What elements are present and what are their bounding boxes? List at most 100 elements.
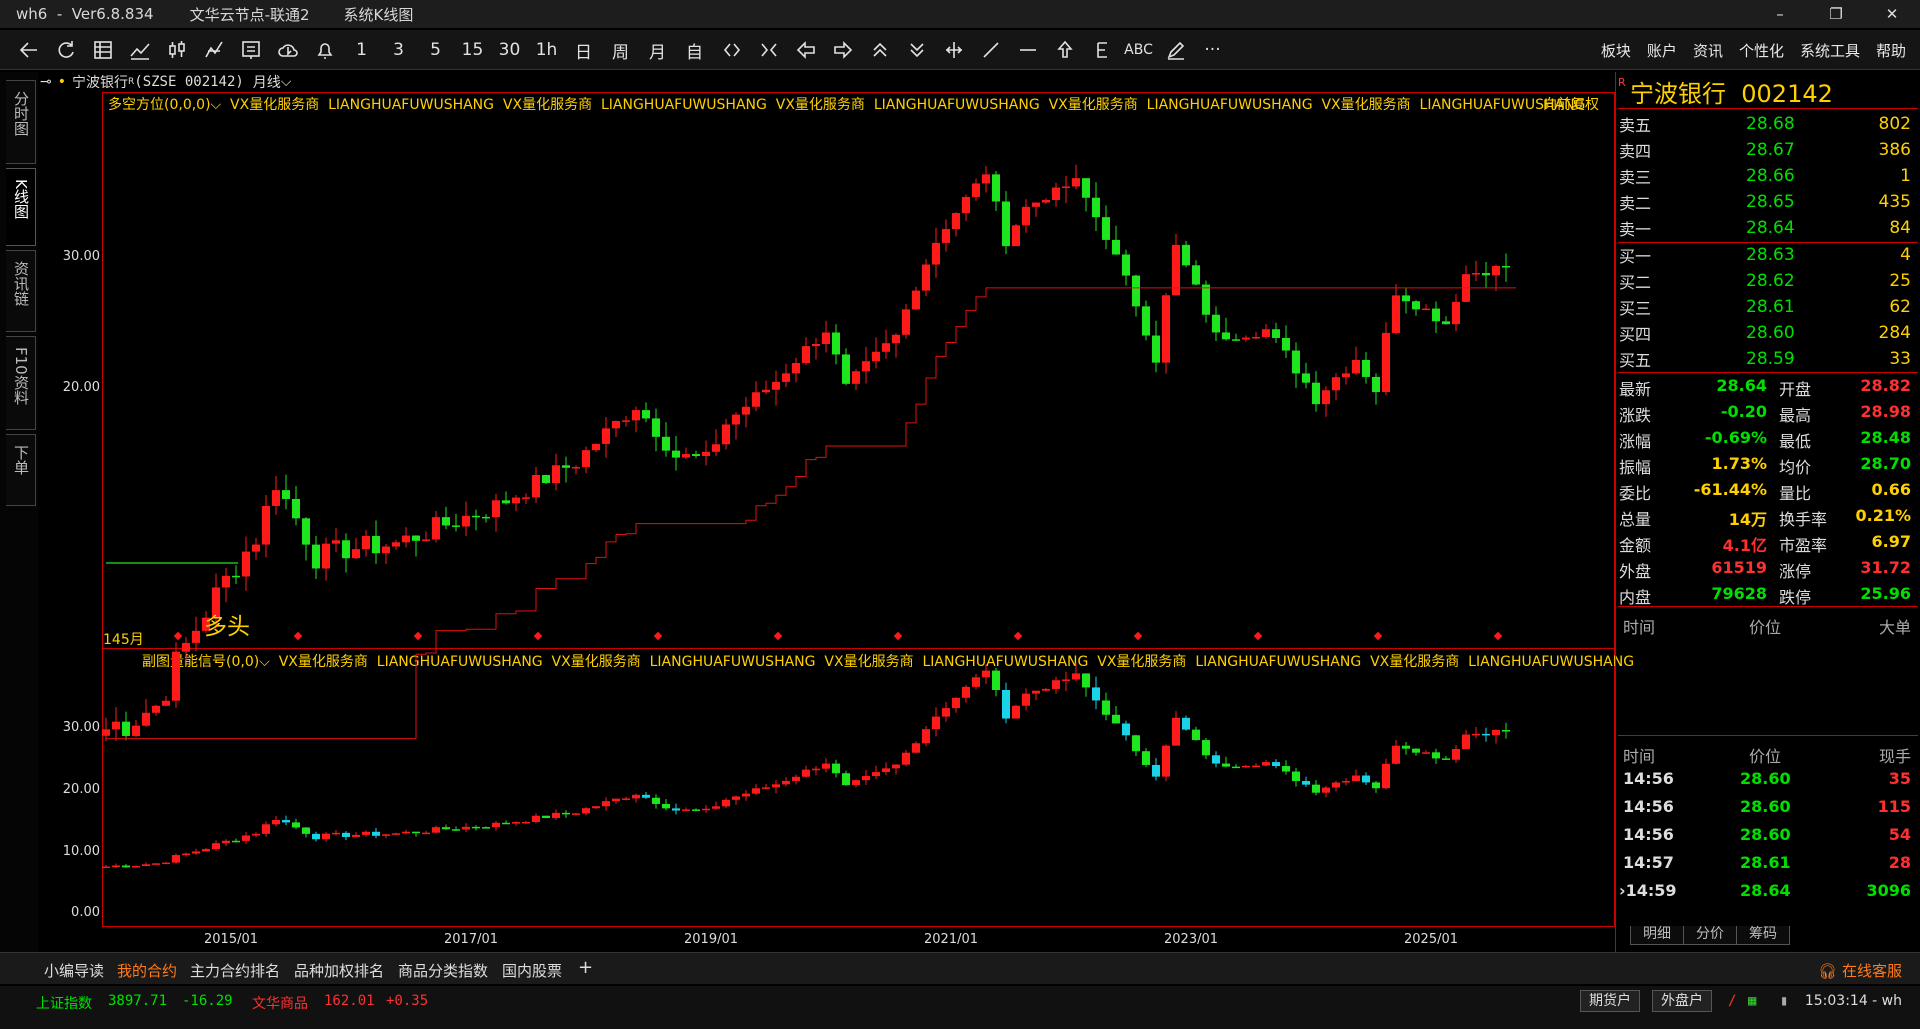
period-custom-button[interactable]: 自 [676, 30, 713, 70]
arrow-left-icon[interactable] [787, 30, 824, 70]
tab-price-distribution[interactable]: 分价 [1683, 926, 1737, 945]
crosshair-icon[interactable] [935, 30, 972, 70]
tab-domestic-stocks[interactable]: 国内股票 [502, 960, 562, 981]
horizontal-line-icon[interactable] [1009, 30, 1046, 70]
tab-f10[interactable]: F10资料 [6, 336, 36, 430]
pen-icon[interactable] [1157, 30, 1194, 70]
bid-label: 买三 [1619, 299, 1652, 318]
menu-account[interactable]: 账户 [1647, 40, 1677, 61]
stock-name[interactable]: 宁波银行 [72, 72, 128, 92]
bid-row[interactable]: 买四 28.60 284 [1619, 320, 1915, 346]
menu-personalize[interactable]: 个性化 [1739, 40, 1784, 61]
period-15min-button[interactable]: 15 [454, 30, 491, 70]
restore-button[interactable]: ❐ [1808, 0, 1864, 28]
up-arrow-icon[interactable] [1046, 30, 1083, 70]
tab-order[interactable]: 下单 [6, 434, 36, 506]
back-icon[interactable] [10, 30, 47, 70]
link-icon[interactable]: ⊸ [40, 74, 52, 90]
zoom-in-icon[interactable] [713, 30, 750, 70]
tick-row[interactable]: ›14:59 28.64 3096 [1619, 877, 1915, 905]
menu-help[interactable]: 帮助 [1876, 40, 1906, 61]
period-month-button[interactable]: 月 [639, 30, 676, 70]
futures-account-button[interactable]: 期货户 [1580, 990, 1640, 1012]
indicator-icon[interactable] [195, 30, 232, 70]
stat-value: 6.97 [1871, 532, 1911, 551]
chevron-double-down-icon[interactable] [898, 30, 935, 70]
menu-system-tools[interactable]: 系统工具 [1800, 40, 1860, 61]
bid-row[interactable]: 买一 28.63 4 [1619, 242, 1915, 268]
bid-row[interactable]: 买二 28.62 25 [1619, 268, 1915, 294]
minimize-button[interactable]: – [1752, 0, 1808, 28]
tab-commodity-index[interactable]: 商品分类指数 [398, 960, 488, 981]
tab-news-chain-label: 资讯链 [12, 261, 30, 306]
bid-row[interactable]: 买五 28.59 33 [1619, 346, 1915, 372]
menu-sector[interactable]: 板块 [1601, 40, 1631, 61]
col-vol: 现手 [1878, 747, 1911, 766]
ask-row[interactable]: 卖三 28.66 1 [1619, 163, 1915, 189]
tab-my-contracts[interactable]: 我的合约 [117, 960, 177, 981]
tick-row[interactable]: 14:56 28.60 115 [1619, 793, 1915, 821]
bid-row[interactable]: 买三 28.61 62 [1619, 294, 1915, 320]
online-service-button[interactable]: 🎧︎ 在线客服 [1818, 960, 1902, 981]
ask-row[interactable]: 卖一 28.64 84 [1619, 215, 1915, 241]
refresh-icon[interactable] [47, 30, 84, 70]
tab-detail[interactable]: 明细 [1630, 926, 1684, 945]
draw-line-icon[interactable] [972, 30, 1009, 70]
bid-price: 28.61 [1746, 297, 1795, 317]
menu-news[interactable]: 资讯 [1693, 40, 1723, 61]
ask-row[interactable]: 卖五 28.68 802 [1619, 111, 1915, 137]
stat-label: 内盘 [1619, 588, 1652, 607]
sub-indicator-label[interactable]: 副图量能信号(0,0)⌵ VX量化服务商 LIANGHUAFUWUSHANG V… [142, 651, 1634, 671]
foreign-account-button[interactable]: 外盘户 [1652, 990, 1712, 1012]
tab-timeshare[interactable]: 分时图 [6, 80, 36, 164]
tab-news-chain[interactable]: 资讯链 [6, 250, 36, 332]
tab-chips[interactable]: 筹码 [1736, 926, 1790, 945]
ruler-e-icon[interactable] [1083, 30, 1120, 70]
period-3min-button[interactable]: 3 [380, 30, 417, 70]
screen-icon[interactable] [232, 30, 269, 70]
period-week-button[interactable]: 周 [602, 30, 639, 70]
tick-row[interactable]: 14:56 28.60 35 [1619, 765, 1915, 793]
tab-kline[interactable]: K线图 [6, 168, 36, 246]
period-select[interactable]: 月线 [253, 72, 281, 92]
table-icon[interactable] [84, 30, 121, 70]
alarm-bell-icon[interactable] [306, 30, 343, 70]
line-chart-icon[interactable] [121, 30, 158, 70]
index2-name[interactable]: 文华商品 [252, 993, 308, 1013]
chevron-down-icon[interactable]: ⌵ [281, 74, 292, 90]
period-5min-button[interactable]: 5 [417, 30, 454, 70]
period-30min-button[interactable]: 30 [491, 30, 528, 70]
main-indicator-label[interactable]: 多空方位(0,0,0)⌵ VX量化服务商 LIANGHUAFUWUSHANG V… [108, 94, 1585, 114]
period-1h-button[interactable]: 1h [528, 30, 565, 70]
more-button[interactable]: ··· [1194, 30, 1231, 70]
ask-row[interactable]: 卖四 28.67 386 [1619, 137, 1915, 163]
zoom-out-icon[interactable] [750, 30, 787, 70]
tab-weighted-rank[interactable]: 品种加权排名 [294, 960, 384, 981]
tab-editor-guide[interactable]: 小编导读 [44, 960, 104, 981]
chevron-double-up-icon[interactable] [861, 30, 898, 70]
tick-row[interactable]: 14:57 28.61 28 [1619, 849, 1915, 877]
period-1min-button[interactable]: 1 [343, 30, 380, 70]
arrow-right-icon[interactable] [824, 30, 861, 70]
tick-row[interactable]: 14:56 28.60 54 [1619, 821, 1915, 849]
period-day-button[interactable]: 日 [565, 30, 602, 70]
tab-main-contract-rank[interactable]: 主力合约排名 [190, 960, 280, 981]
stat-label: 均价 [1779, 458, 1812, 477]
server-node: 文华云节点-联通2 [189, 5, 310, 24]
kline-icon[interactable] [158, 30, 195, 70]
divider [1618, 735, 1918, 736]
index1-name[interactable]: 上证指数 [36, 993, 92, 1013]
stat-value: 28.98 [1860, 402, 1911, 421]
pane-divider[interactable] [102, 648, 1615, 649]
ask-row[interactable]: 卖二 28.65 435 [1619, 189, 1915, 215]
fuquan-label[interactable]: 向前复权 [1543, 94, 1599, 114]
cloud-icon[interactable] [269, 30, 306, 70]
text-tool-button[interactable]: ABC [1120, 30, 1157, 70]
y-axis-main-20: 20.00 [62, 380, 100, 395]
ask-label: 卖三 [1619, 168, 1652, 187]
chart-frame [102, 92, 1615, 927]
add-tab-button[interactable]: + [578, 957, 593, 978]
close-button[interactable]: ✕ [1864, 0, 1920, 28]
tick-vol: 54 [1888, 825, 1911, 844]
tab-timeshare-label: 分时图 [12, 91, 30, 136]
